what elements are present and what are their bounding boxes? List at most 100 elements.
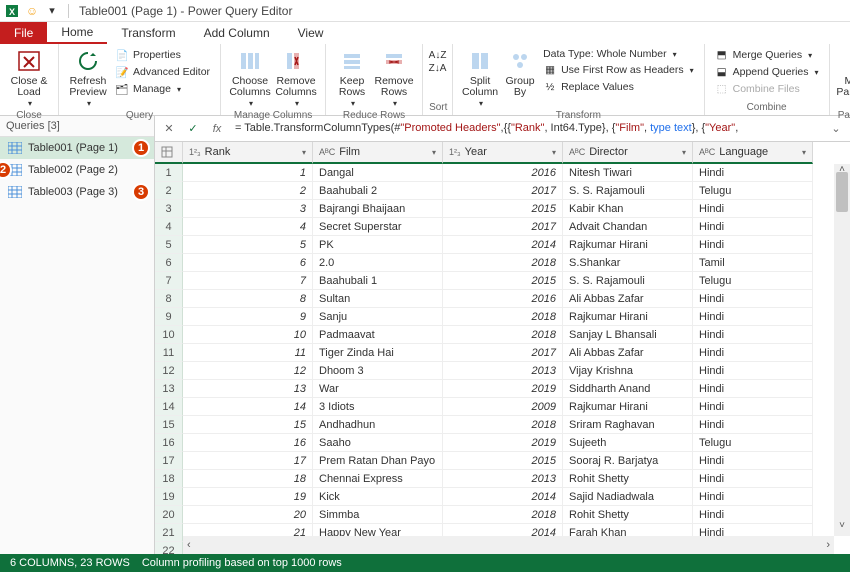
cell[interactable]: Hindi	[693, 488, 813, 506]
cell[interactable]: Advait Chandan	[563, 218, 693, 236]
sort-asc-button[interactable]: A↓Z	[429, 50, 447, 61]
cell[interactable]: Rajkumar Hirani	[563, 398, 693, 416]
cell[interactable]: Rajkumar Hirani	[563, 308, 693, 326]
cell[interactable]: Hindi	[693, 452, 813, 470]
remove-columns-button[interactable]: Remove Columns▾	[273, 46, 319, 109]
cell[interactable]: S. S. Rajamouli	[563, 182, 693, 200]
cell[interactable]: 2017	[443, 344, 563, 362]
cell[interactable]: 2015	[443, 272, 563, 290]
cell[interactable]: Siddharth Anand	[563, 380, 693, 398]
cell[interactable]: 20	[183, 506, 313, 524]
column-header[interactable]: AᴮCDirector▾	[563, 142, 693, 164]
cell[interactable]: 10	[183, 326, 313, 344]
cell[interactable]: 7	[183, 272, 313, 290]
cell[interactable]: 2019	[443, 434, 563, 452]
column-header[interactable]: AᴮCLanguage▾	[693, 142, 813, 164]
cell[interactable]: Vijay Krishna	[563, 362, 693, 380]
cell[interactable]: 2018	[443, 416, 563, 434]
row-number[interactable]: 8	[155, 290, 183, 308]
cell[interactable]: 2015	[443, 200, 563, 218]
cell[interactable]: Telugu	[693, 182, 813, 200]
row-number[interactable]: 4	[155, 218, 183, 236]
cell[interactable]: Bajrangi Bhaijaan	[313, 200, 443, 218]
cell[interactable]: 2016	[443, 164, 563, 182]
cell[interactable]: 2017	[443, 218, 563, 236]
tab-home[interactable]: Home	[47, 22, 107, 44]
row-number[interactable]: 6	[155, 254, 183, 272]
cell[interactable]: Hindi	[693, 218, 813, 236]
cell[interactable]: 8	[183, 290, 313, 308]
manage-parameters-button[interactable]: fx Manage Parameters▾	[836, 46, 850, 109]
cell[interactable]: Baahubali 1	[313, 272, 443, 290]
cell[interactable]: 15	[183, 416, 313, 434]
cell[interactable]: 2009	[443, 398, 563, 416]
row-number[interactable]: 18	[155, 470, 183, 488]
cell[interactable]: 2018	[443, 254, 563, 272]
tab-transform[interactable]: Transform	[107, 22, 189, 44]
cell[interactable]: Hindi	[693, 236, 813, 254]
cell[interactable]: 2018	[443, 308, 563, 326]
cell[interactable]: 13	[183, 380, 313, 398]
row-number[interactable]: 21	[155, 524, 183, 542]
cell[interactable]: Kabir Khan	[563, 200, 693, 218]
row-number[interactable]: 1	[155, 164, 183, 182]
row-number[interactable]: 3	[155, 200, 183, 218]
row-number[interactable]: 13	[155, 380, 183, 398]
cell[interactable]: Baahubali 2	[313, 182, 443, 200]
cell[interactable]: Rohit Shetty	[563, 506, 693, 524]
cell[interactable]: Hindi	[693, 362, 813, 380]
vertical-scrollbar[interactable]: ˄ ˅	[834, 164, 850, 536]
tab-view[interactable]: View	[284, 22, 338, 44]
scroll-thumb[interactable]	[836, 172, 848, 212]
cell[interactable]: Ali Abbas Zafar	[563, 290, 693, 308]
cell[interactable]: Rajkumar Hirani	[563, 236, 693, 254]
cell[interactable]: Sultan	[313, 290, 443, 308]
cell[interactable]: Sanju	[313, 308, 443, 326]
merge-queries-button[interactable]: ⬒Merge Queries▾	[711, 47, 823, 63]
column-header[interactable]: AᴮCFilm▾	[313, 142, 443, 164]
filter-dropdown-icon[interactable]: ▾	[552, 148, 556, 157]
cell[interactable]: Saaho	[313, 434, 443, 452]
horizontal-scrollbar[interactable]: ‹ ›	[183, 536, 834, 554]
cell[interactable]: Tiger Zinda Hai	[313, 344, 443, 362]
cell[interactable]: 2013	[443, 470, 563, 488]
row-number[interactable]: 9	[155, 308, 183, 326]
group-by-button[interactable]: Group By	[501, 46, 539, 98]
cell[interactable]: 2.0	[313, 254, 443, 272]
cell[interactable]: War	[313, 380, 443, 398]
cell[interactable]: Hindi	[693, 506, 813, 524]
cell[interactable]: 5	[183, 236, 313, 254]
cell[interactable]: 2019	[443, 380, 563, 398]
advanced-editor-button[interactable]: 📝Advanced Editor	[111, 64, 214, 80]
cell[interactable]: Rohit Shetty	[563, 470, 693, 488]
cell[interactable]: 2013	[443, 362, 563, 380]
cell[interactable]: Hindi	[693, 344, 813, 362]
cell[interactable]: Nitesh Tiwari	[563, 164, 693, 182]
cell[interactable]: Sajid Nadiadwala	[563, 488, 693, 506]
cell[interactable]: 2	[183, 182, 313, 200]
row-number[interactable]: 5	[155, 236, 183, 254]
cell[interactable]: 12	[183, 362, 313, 380]
cell[interactable]: Hindi	[693, 470, 813, 488]
row-number[interactable]: 10	[155, 326, 183, 344]
tab-file[interactable]: File	[0, 22, 47, 44]
cell[interactable]: Hindi	[693, 308, 813, 326]
split-column-button[interactable]: Split Column▾	[459, 46, 501, 109]
cell[interactable]: Prem Ratan Dhan Payo	[313, 452, 443, 470]
replace-values-button[interactable]: ½Replace Values	[539, 79, 698, 95]
cell[interactable]: 19	[183, 488, 313, 506]
cell[interactable]: Tamil	[693, 254, 813, 272]
cell[interactable]: 2018	[443, 506, 563, 524]
cell[interactable]: S.Shankar	[563, 254, 693, 272]
scroll-down-icon[interactable]: ˅	[834, 520, 850, 536]
column-header[interactable]: 1²₃Year▾	[443, 142, 563, 164]
cell[interactable]: S. S. Rajamouli	[563, 272, 693, 290]
query-item[interactable]: Table003 (Page 3)3	[0, 181, 154, 203]
row-number[interactable]: 12	[155, 362, 183, 380]
cell[interactable]: Dhoom 3	[313, 362, 443, 380]
keep-rows-button[interactable]: Keep Rows▾	[332, 46, 372, 109]
filter-dropdown-icon[interactable]: ▾	[432, 148, 436, 157]
cell[interactable]: 2014	[443, 488, 563, 506]
cell[interactable]: Hindi	[693, 326, 813, 344]
cell[interactable]: 3 Idiots	[313, 398, 443, 416]
